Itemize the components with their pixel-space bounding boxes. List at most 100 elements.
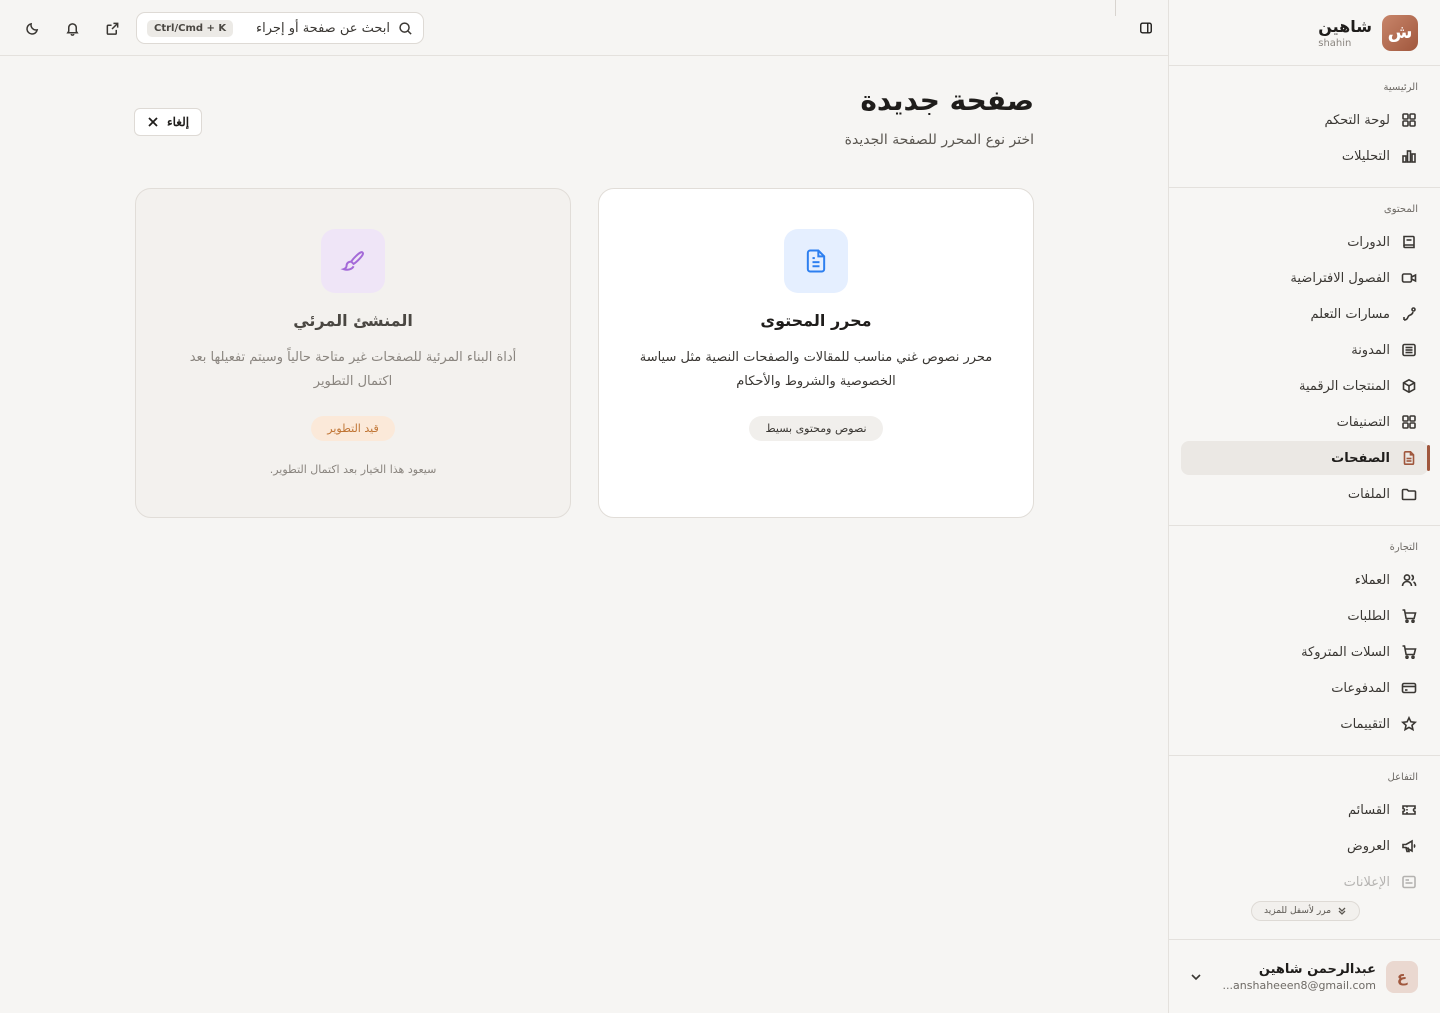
bell-icon[interactable]: [60, 16, 84, 40]
star-icon: [1400, 715, 1418, 733]
sidebar-item-label: الفصول الافتراضية: [1290, 270, 1390, 286]
brush-icon: [321, 229, 385, 293]
route-icon: [1400, 305, 1418, 323]
sidebar-item-label: العروض: [1346, 838, 1390, 854]
top-bar: ابحث عن صفحة أو إجراء Ctrl/Cmd + K: [0, 0, 1168, 56]
shortcut-badge: Ctrl/Cmd + K: [147, 19, 234, 37]
sidebar-item-label: الطلبات: [1347, 608, 1390, 624]
cancel-button[interactable]: إلغاء: [134, 108, 203, 136]
card-description: محرر نصوص غني مناسب للمقالات والصفحات ال…: [639, 350, 993, 389]
megaphone-icon: [1400, 837, 1418, 855]
sidebar-item[interactable]: المدفوعات: [1181, 671, 1428, 705]
close-icon: [148, 117, 158, 127]
nav-section-title: التجارة: [1389, 542, 1418, 553]
scroll-hint-label: مرر لأسفل للمزيد: [1264, 906, 1332, 916]
ads-icon: [1400, 873, 1418, 891]
sidebar-item-label: الدورات: [1347, 234, 1390, 250]
sidebar-item[interactable]: لوحة التحكم: [1181, 103, 1428, 137]
sidebar-item-label: القسائم: [1348, 802, 1390, 818]
folder-icon: [1400, 485, 1418, 503]
abandoned-cart-icon: [1400, 643, 1418, 661]
sidebar-item[interactable]: الفصول الافتراضية: [1181, 261, 1428, 295]
sidebar-item-label: المنتجات الرقمية: [1298, 378, 1390, 394]
card-icon: [1400, 679, 1418, 697]
cart-icon: [1400, 607, 1418, 625]
sidebar-item-label: العملاء: [1354, 572, 1390, 588]
sidebar-item[interactable]: الملفات: [1181, 477, 1428, 511]
dashboard-icon: [1400, 111, 1418, 129]
sidebar-item[interactable]: العملاء: [1181, 563, 1428, 597]
nav-section: المحتوى الدورات الفصول الافتراضية مسارات ال…: [1169, 188, 1440, 526]
sidebar-item[interactable]: التصنيفات: [1181, 405, 1428, 439]
brand-name: شاهين: [1318, 16, 1372, 36]
sidebar-item[interactable]: مسارات التعلم: [1181, 297, 1428, 331]
main-content: صفحة جديدة اختر نوع المحرر للصفحة الجديد…: [0, 56, 1168, 1013]
sidebar: ش شاهين shahin الرئيسية لوحة التحكم التحلي…: [1168, 0, 1440, 1013]
brand-logo: ش: [1382, 14, 1418, 51]
avatar: ع: [1386, 960, 1418, 993]
sidebar-item-label: المدونة: [1351, 342, 1390, 358]
package-icon: [1400, 377, 1418, 395]
sidebar-item[interactable]: التقييمات: [1181, 707, 1428, 741]
sidebar-item[interactable]: القسائم: [1181, 793, 1428, 827]
card-note: سيعود هذا الخيار بعد اكتمال التطوير.: [269, 463, 437, 476]
scroll-hint[interactable]: مرر لأسفل للمزيد: [1251, 901, 1361, 921]
visual-builder-card: المنشئ المرئي أداة البناء المرئية للصفحا…: [135, 188, 571, 518]
nav-section: الرئيسية لوحة التحكم التحليلات: [1169, 66, 1440, 188]
brand[interactable]: ش شاهين shahin: [1169, 0, 1440, 66]
ticket-icon: [1400, 801, 1418, 819]
user-menu[interactable]: ع عبدالرحمن شاهين anshaheeen8@gmail.com.…: [1169, 939, 1440, 1013]
page-subtitle: اختر نوع المحرر للصفحة الجديدة: [844, 132, 1034, 148]
card-title: محرر المحتوى: [760, 311, 872, 330]
user-email: anshaheeen8@gmail.com...: [1222, 978, 1376, 992]
external-link-icon[interactable]: [100, 16, 124, 40]
nav-section: التفاعل القسائم العروض الإعلانات: [1169, 756, 1440, 913]
document-icon: [784, 229, 848, 293]
search-placeholder: ابحث عن صفحة أو إجراء: [256, 20, 390, 36]
user-name: عبدالرحمن شاهين: [1258, 961, 1376, 977]
book-icon: [1400, 233, 1418, 251]
sidebar-item-label: الإعلانات: [1343, 874, 1390, 890]
sidebar-item[interactable]: السلات المتروكة: [1181, 635, 1428, 669]
sidebar-item-label: الصفحات: [1331, 450, 1390, 466]
sidebar-item[interactable]: التحليلات: [1181, 139, 1428, 173]
sidebar-item[interactable]: الصفحات: [1181, 441, 1430, 475]
page-title: صفحة جديدة: [860, 84, 1034, 117]
sidebar-item-label: الملفات: [1347, 486, 1390, 502]
sidebar-item-label: التحليلات: [1341, 148, 1390, 164]
moon-icon[interactable]: [20, 16, 44, 40]
sidebar-item-label: مسارات التعلم: [1310, 306, 1390, 322]
page-icon: [1400, 449, 1418, 467]
sidebar-item[interactable]: العروض: [1181, 829, 1428, 863]
cancel-label: إلغاء: [167, 115, 190, 129]
topbar-divider: [1115, 0, 1116, 16]
sidebar-item[interactable]: الطلبات: [1181, 599, 1428, 633]
search-icon: [399, 21, 412, 35]
chevron-down-icon[interactable]: [1189, 970, 1203, 984]
card-tag: نصوص ومحتوى بسيط: [749, 416, 883, 441]
analytics-icon: [1400, 147, 1418, 165]
sidebar-item-label: السلات المتروكة: [1301, 644, 1390, 660]
card-description: أداة البناء المرئية للصفحات غير متاحة حا…: [189, 350, 517, 389]
video-icon: [1400, 269, 1418, 287]
sidebar-item-label: لوحة التحكم: [1324, 112, 1390, 128]
categories-icon: [1400, 413, 1418, 431]
users-icon: [1400, 571, 1418, 589]
sidebar-item[interactable]: المدونة: [1181, 333, 1428, 367]
chevrons-down-icon: [1338, 907, 1346, 915]
status-badge: قيد التطوير: [311, 416, 395, 441]
sidebar-item[interactable]: الدورات: [1181, 225, 1428, 259]
sidebar-item-label: المدفوعات: [1331, 680, 1390, 696]
nav-section-title: التفاعل: [1387, 772, 1419, 783]
sidebar-item[interactable]: المنتجات الرقمية: [1181, 369, 1428, 403]
sidebar-toggle-icon[interactable]: [1136, 18, 1156, 38]
nav-section: التجارة العملاء الطلبات السلات المتروكة المد…: [1169, 526, 1440, 756]
search-input[interactable]: ابحث عن صفحة أو إجراء Ctrl/Cmd + K: [136, 12, 424, 44]
nav-section-title: الرئيسية: [1383, 82, 1418, 93]
brand-sub: shahin: [1318, 37, 1352, 49]
card-title: المنشئ المرئي: [293, 311, 413, 330]
blog-icon: [1400, 341, 1418, 359]
sidebar-item-label: التقييمات: [1340, 716, 1390, 732]
sidebar-item[interactable]: الإعلانات: [1181, 865, 1428, 899]
content-editor-card[interactable]: محرر المحتوى محرر نصوص غني مناسب للمقالا…: [598, 188, 1034, 518]
